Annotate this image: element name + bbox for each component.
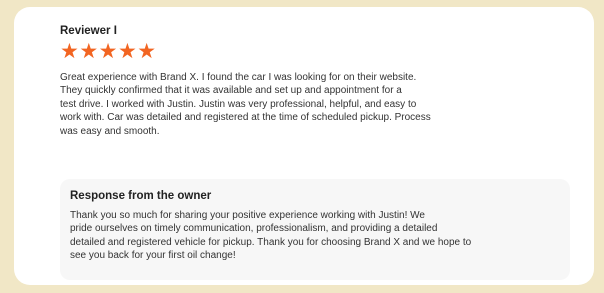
review-text: Great experience with Brand X. I found t… — [60, 72, 431, 137]
response-text: Thank you so much for sharing your posit… — [70, 210, 472, 262]
owner-response: Response from the owner Thank you so muc… — [60, 179, 570, 280]
reviewer-name: Reviewer I — [60, 25, 117, 37]
star-rating: ★★★★★ — [60, 39, 157, 63]
review-card: Reviewer I ★★★★★ Great experience with B… — [14, 7, 594, 285]
response-title: Response from the owner — [70, 190, 212, 202]
